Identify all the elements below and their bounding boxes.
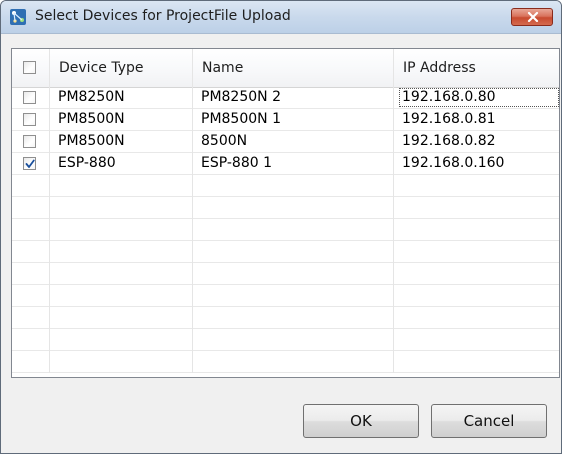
- table-row[interactable]: PM8250N PM8250N 2 192.168.0.80: [12, 87, 559, 109]
- cell-device-type: PM8500N: [50, 109, 193, 131]
- ok-button[interactable]: OK: [303, 404, 419, 438]
- empty-row: [12, 175, 559, 197]
- checkbox-cell: [12, 109, 50, 131]
- cell-name: PM8250N 2: [193, 87, 394, 109]
- cell-device-type: PM8500N: [50, 131, 193, 153]
- network-devices-icon: [9, 8, 27, 26]
- cell-ip-address: 192.168.0.82: [394, 131, 559, 153]
- column-header-ip-address[interactable]: IP Address: [394, 49, 559, 87]
- close-button[interactable]: [511, 8, 553, 26]
- dialog-window: Select Devices for ProjectFile Upload De…: [0, 0, 562, 454]
- cell-name: ESP-880 1: [193, 153, 394, 175]
- cell-name: PM8500N 1: [193, 109, 394, 131]
- column-header-name[interactable]: Name: [193, 49, 394, 87]
- select-all-checkbox[interactable]: [23, 61, 36, 74]
- title-bar[interactable]: Select Devices for ProjectFile Upload: [1, 1, 561, 34]
- cell-ip-address: 192.168.0.81: [394, 109, 559, 131]
- empty-row: [12, 285, 559, 307]
- checkbox-cell: [12, 153, 50, 175]
- table-row[interactable]: ESP-880 ESP-880 1 192.168.0.160: [12, 153, 559, 175]
- table-row[interactable]: PM8500N 8500N 192.168.0.82: [12, 131, 559, 153]
- close-x-icon: [527, 12, 539, 22]
- table-header: Device Type Name IP Address: [12, 49, 559, 88]
- empty-row: [12, 263, 559, 285]
- empty-row: [12, 219, 559, 241]
- checkbox-cell: [12, 87, 50, 109]
- checkbox-cell: [12, 131, 50, 153]
- cell-device-type: ESP-880: [50, 153, 193, 175]
- empty-row: [12, 351, 559, 373]
- empty-row: [12, 197, 559, 219]
- cell-device-type: PM8250N: [50, 87, 193, 109]
- table-row[interactable]: PM8500N PM8500N 1 192.168.0.81: [12, 109, 559, 131]
- device-list-table[interactable]: Device Type Name IP Address PM8250N PM82…: [11, 48, 560, 378]
- cell-name: 8500N: [193, 131, 394, 153]
- empty-row: [12, 307, 559, 329]
- select-all-column-header: [12, 49, 50, 87]
- cell-ip-address: 192.168.0.80: [394, 87, 559, 109]
- cell-ip-address: 192.168.0.160: [394, 153, 559, 175]
- cancel-button[interactable]: Cancel: [431, 404, 547, 438]
- column-header-device-type[interactable]: Device Type: [50, 49, 193, 87]
- empty-row: [12, 329, 559, 351]
- dialog-title: Select Devices for ProjectFile Upload: [35, 8, 291, 24]
- empty-row: [12, 241, 559, 263]
